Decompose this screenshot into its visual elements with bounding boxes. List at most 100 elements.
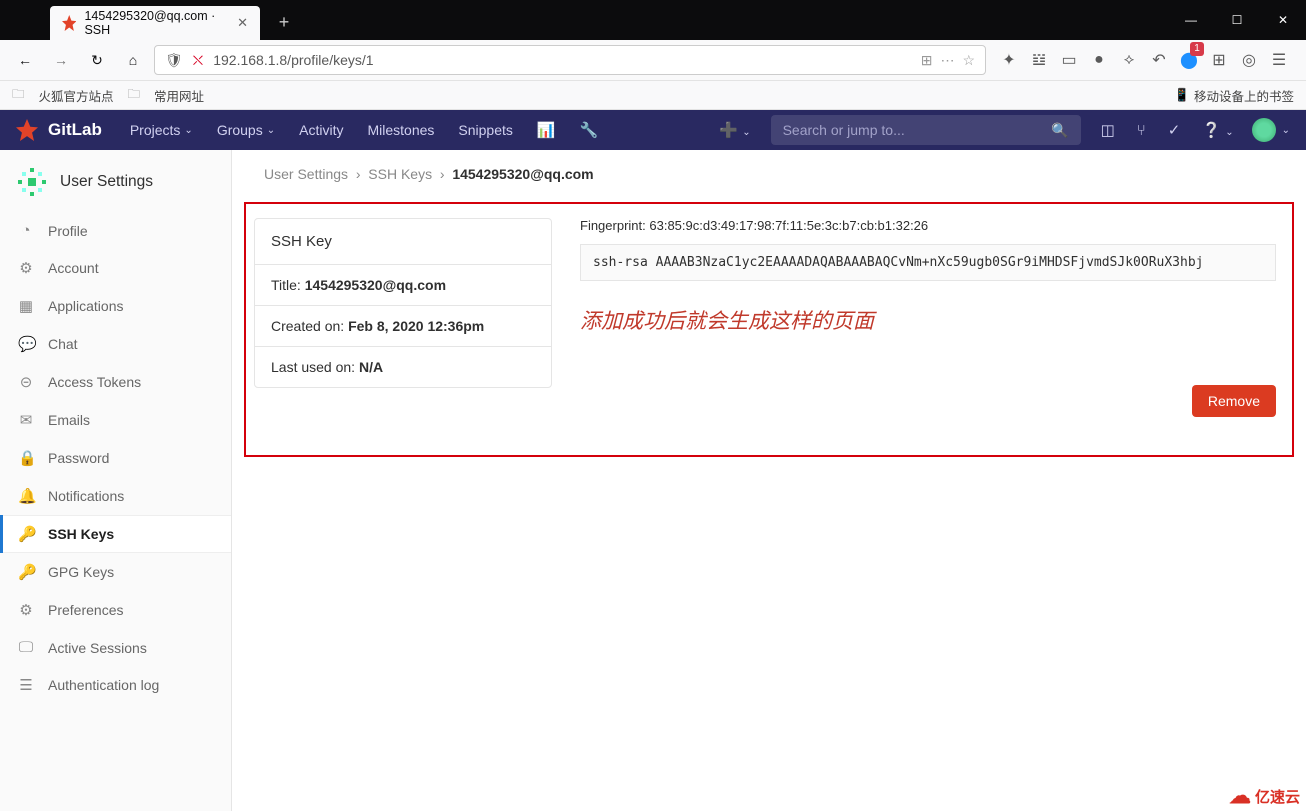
nav-milestones[interactable]: Milestones xyxy=(357,110,444,150)
bookmark-star-icon[interactable]: ☆ xyxy=(962,52,975,69)
sidebar-label: GPG Keys xyxy=(48,564,114,580)
screenshot-icon[interactable]: ⟡ xyxy=(1120,51,1138,69)
bookmark-mobile[interactable]: 移动设备上的书签 xyxy=(1194,86,1294,105)
close-tab-icon[interactable]: ✕ xyxy=(237,15,248,31)
menu-icon[interactable]: ☰ xyxy=(1270,50,1288,70)
extension-icon[interactable]: ✦ xyxy=(1000,50,1018,70)
analytics-icon[interactable]: 📊 xyxy=(527,121,566,139)
sidebar-icon: 🔑 xyxy=(18,525,34,543)
sidebar-item-chat[interactable]: 💬 Chat xyxy=(0,325,231,363)
url-text: 192.168.1.8/profile/keys/1 xyxy=(213,52,373,68)
sidebar-title: User Settings xyxy=(60,173,153,191)
folder-icon: 🗀 xyxy=(128,85,141,106)
gitlab-brand[interactable]: GitLab xyxy=(48,120,102,140)
insecure-icon: ⛌ xyxy=(193,52,203,69)
notification-icon[interactable]: ⬤ xyxy=(1180,50,1198,70)
user-avatar[interactable] xyxy=(1252,118,1276,142)
remove-button[interactable]: Remove xyxy=(1192,385,1276,417)
sidebar-item-access-tokens[interactable]: ⊝ Access Tokens xyxy=(0,363,231,401)
sidebar-icon: 🖵 xyxy=(18,639,34,656)
sidebar-item-notifications[interactable]: 🔔Notifications xyxy=(0,477,231,515)
sidebar-icon: ✉ xyxy=(18,411,34,429)
sidebar-icon: 🔔 xyxy=(18,487,34,505)
sidebar-label: Access Tokens xyxy=(48,374,141,390)
search-input[interactable]: Search or jump to... 🔍 xyxy=(771,115,1081,145)
profile-icon[interactable]: ● xyxy=(1090,51,1108,69)
sidebar-icon: ⊝ xyxy=(18,373,34,391)
url-field[interactable]: 🛡 ⛌ 192.168.1.8/profile/keys/1 ⊞ ⋯ ☆ xyxy=(154,45,986,75)
toolbar-icons: ✦ 𝍈 ▭ ● ⟡ ↶ ⬤ ⊞ ◎ ☰ xyxy=(992,50,1296,70)
library-icon[interactable]: 𝍈 xyxy=(1030,50,1048,70)
window-controls: — ☐ ✕ xyxy=(1168,0,1306,40)
sidebar-item-profile[interactable]: ◔Profile xyxy=(0,212,231,249)
sidebar-item-gpg-keys[interactable]: 🔑GPG Keys xyxy=(0,553,231,591)
new-tab-button[interactable]: + xyxy=(270,8,298,36)
bookmark-fx[interactable]: 火狐官方站点 xyxy=(39,86,114,105)
sidebar-item-authentication-log[interactable]: ☰Authentication log xyxy=(0,666,231,704)
ssh-key-textbox[interactable]: ssh-rsa AAAAB3NzaC1yc2EAAAADAQABAAABAQCv… xyxy=(580,244,1276,281)
gitlab-navbar: GitLab Projects⌄ Groups⌄ Activity Milest… xyxy=(0,110,1306,150)
sidebar-item-applications[interactable]: ▦ Applications xyxy=(0,287,231,325)
crumb-user-settings[interactable]: User Settings xyxy=(264,166,348,182)
sidebar-item-preferences[interactable]: ⚙Preferences xyxy=(0,591,231,629)
ssh-key-card: SSH Key Title: 1454295320@qq.com Created… xyxy=(254,218,552,388)
reader-icon[interactable]: ▭ xyxy=(1060,50,1078,70)
home-button[interactable]: ⌂ xyxy=(118,45,148,75)
adblock-icon[interactable]: ◎ xyxy=(1240,50,1258,70)
nav-projects[interactable]: Projects⌄ xyxy=(120,110,203,150)
help-icon[interactable]: ❔ ⌄ xyxy=(1192,121,1243,139)
issues-icon[interactable]: ◫ xyxy=(1091,121,1125,139)
sidebar-item-password[interactable]: 🔒Password xyxy=(0,439,231,477)
crumb-current: 1454295320@qq.com xyxy=(452,166,593,182)
sidebar-label: Emails xyxy=(48,412,90,428)
qr-icon[interactable]: ⊞ xyxy=(921,52,933,69)
plus-icon[interactable]: ➕ ⌄ xyxy=(709,121,760,139)
wrench-icon[interactable]: 🔧 xyxy=(570,121,609,139)
grid-icon[interactable]: ⊞ xyxy=(1210,50,1228,70)
nav-snippets[interactable]: Snippets xyxy=(448,110,522,150)
search-placeholder: Search or jump to... xyxy=(783,122,905,138)
sidebar-label: Profile xyxy=(48,223,88,239)
nav-activity[interactable]: Activity xyxy=(289,110,353,150)
key-details: Fingerprint: 63:85:9c:d3:49:17:98:7f:11:… xyxy=(580,218,1276,417)
folder-icon: 🗀 xyxy=(12,85,25,106)
sidebar-icon: ☰ xyxy=(18,676,34,694)
shield-icon: 🛡 xyxy=(165,52,183,69)
sidebar-label: Applications xyxy=(48,298,124,314)
sidebar-label: Active Sessions xyxy=(48,640,147,656)
minimize-button[interactable]: — xyxy=(1168,0,1214,40)
settings-sidebar: User Settings ◔Profile⚙Account ▦ Applicati… xyxy=(0,150,232,811)
nav-groups[interactable]: Groups⌄ xyxy=(207,110,285,150)
sidebar-icon: ▦ xyxy=(18,297,34,315)
sidebar-icon: 🔒 xyxy=(18,449,34,467)
sidebar-item-ssh-keys[interactable]: 🔑SSH Keys xyxy=(0,515,231,553)
crumb-ssh-keys[interactable]: SSH Keys xyxy=(368,166,432,182)
reload-button[interactable]: ↻ xyxy=(82,45,112,75)
url-bar: ← → ↻ ⌂ 🛡 ⛌ 192.168.1.8/profile/keys/1 ⊞… xyxy=(0,40,1306,80)
todos-icon[interactable]: ✓ xyxy=(1158,121,1191,139)
card-row-lastused: Last used on: N/A xyxy=(255,347,551,387)
merge-icon[interactable]: ⑂ xyxy=(1127,122,1156,139)
tab-title: 1454295320@qq.com · SSH xyxy=(84,9,229,37)
gitlab-logo-icon[interactable] xyxy=(16,119,38,141)
maximize-button[interactable]: ☐ xyxy=(1214,0,1260,40)
close-window-button[interactable]: ✕ xyxy=(1260,0,1306,40)
browser-titlebar: 1454295320@qq.com · SSH ✕ + — ☐ ✕ xyxy=(0,0,1306,40)
sidebar-item-account[interactable]: ⚙Account xyxy=(0,249,231,287)
back-button[interactable]: ← xyxy=(10,45,40,75)
browser-tab[interactable]: 1454295320@qq.com · SSH ✕ xyxy=(50,6,260,40)
watermark: ☁亿速云 xyxy=(1229,783,1300,809)
page-body: User Settings ◔Profile⚙Account ▦ Applicati… xyxy=(0,150,1306,811)
sidebar-icon: ⚙ xyxy=(18,601,34,619)
page-actions-icon[interactable]: ⋯ xyxy=(940,52,954,69)
card-row-created: Created on: Feb 8, 2020 12:36pm xyxy=(255,306,551,347)
sidebar-icon: 💬 xyxy=(18,335,34,353)
bookmark-common[interactable]: 常用网址 xyxy=(154,86,204,105)
undo-icon[interactable]: ↶ xyxy=(1150,50,1168,70)
card-row-title: Title: 1454295320@qq.com xyxy=(255,265,551,306)
mobile-icon: 📱 xyxy=(1174,88,1190,103)
sidebar-item-emails[interactable]: ✉ Emails xyxy=(0,401,231,439)
sidebar-label: Chat xyxy=(48,336,78,352)
gitlab-favicon xyxy=(62,15,76,31)
sidebar-item-active-sessions[interactable]: 🖵 Active Sessions xyxy=(0,629,231,666)
